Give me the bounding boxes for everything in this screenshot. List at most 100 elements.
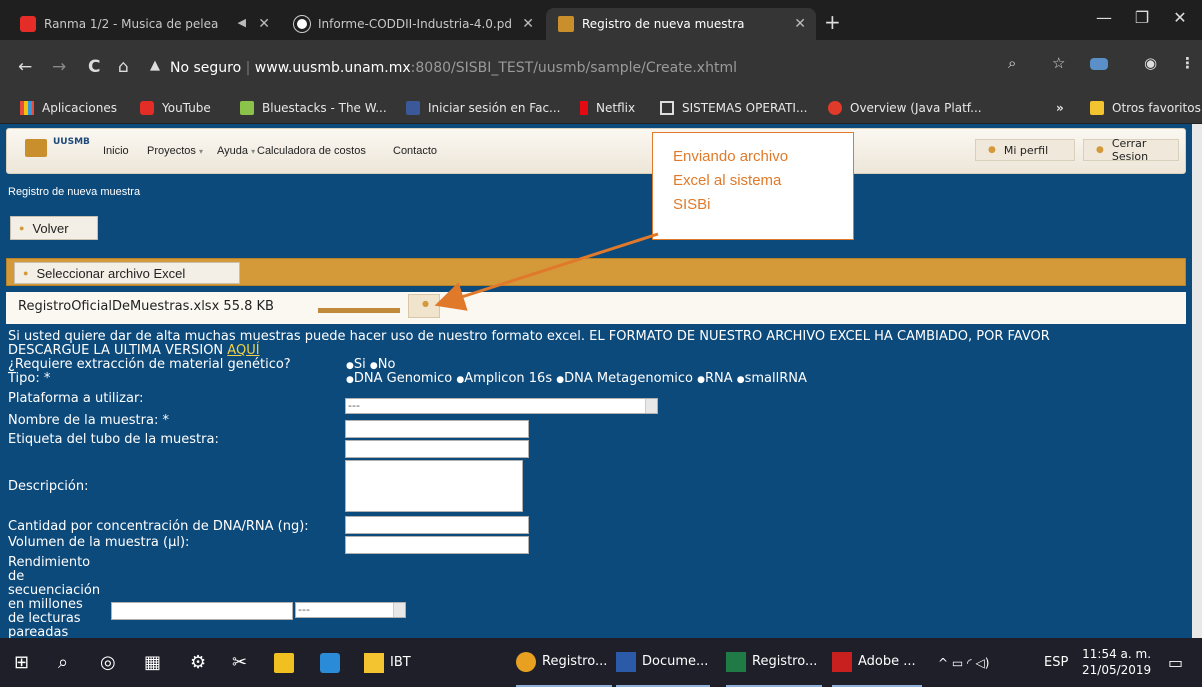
url-host: www.uusmb.unam.mx — [254, 60, 411, 76]
facebook-icon — [406, 101, 420, 115]
adobe-icon — [832, 651, 852, 672]
nav-proyectos[interactable]: Proyectos ▾ — [147, 145, 203, 157]
bullet-icon: ● — [422, 299, 429, 308]
nombre-input[interactable] — [345, 420, 529, 438]
radio-dna-metagenomico[interactable]: ●DNA Metagenomico — [556, 371, 693, 386]
menu-icon[interactable]: ⋮ — [1180, 54, 1195, 72]
radio-no[interactable]: ●No — [370, 357, 396, 372]
descripcion-textarea[interactable] — [345, 460, 523, 512]
close-window-icon[interactable]: ✕ — [1160, 8, 1200, 27]
taskbar-clock[interactable]: 11:54 a. m. 21/05/2019 — [1082, 646, 1151, 678]
taskbar-adobe[interactable]: Adobe ... — [832, 638, 922, 687]
nav-inicio[interactable]: Inicio — [103, 145, 129, 157]
nav-ayuda[interactable]: Ayuda ▾ — [217, 145, 255, 157]
cortana-icon[interactable]: ◎ — [100, 638, 116, 687]
label-rendimiento-3: secuenciación — [8, 583, 101, 598]
label-etiqueta: Etiqueta del tubo de la muestra: — [8, 432, 219, 447]
page-scrollbar[interactable] — [1192, 124, 1202, 638]
bullet-icon: ● — [19, 223, 25, 233]
tab-title: Informe-CODDII-Industria-4.0.pd — [318, 17, 512, 31]
callout-line: Enviando archivo — [673, 148, 789, 165]
notification-icon[interactable]: ▭ — [1168, 638, 1183, 687]
new-tab-button[interactable]: + — [824, 12, 841, 32]
bookmark-label: Netflix — [596, 101, 636, 115]
uusmb-logo — [25, 139, 47, 157]
address-text: No seguro | www.uusmb.unam.mx:8080/SISBI… — [170, 60, 737, 76]
nav-contacto[interactable]: Contacto — [393, 145, 437, 157]
radio-label: DNA Metagenomico — [564, 371, 693, 386]
taskbar-word[interactable]: Docume... — [616, 638, 710, 687]
search-icon[interactable]: ⌕ — [58, 638, 68, 687]
taskbar-label: Docume... — [642, 654, 709, 669]
bookmark-java[interactable]: Overview (Java Platf... — [828, 101, 982, 115]
back-icon[interactable]: ← — [18, 58, 32, 76]
rendimiento-select[interactable]: --- — [295, 602, 406, 618]
back-button[interactable]: ● Volver — [10, 216, 98, 240]
radio-amplicon[interactable]: ●Amplicon 16s — [456, 371, 552, 386]
radio-rna[interactable]: ●RNA — [697, 371, 733, 386]
store-icon[interactable] — [274, 638, 300, 687]
radio-dna-genomico[interactable]: ●DNA Genomico — [346, 371, 452, 386]
minimize-icon[interactable]: — — [1084, 8, 1124, 27]
radio-smallrna[interactable]: ●smallRNA — [737, 371, 807, 386]
tab-registro[interactable]: Registro de nueva muestra ✕ — [546, 8, 816, 40]
nav-calculadora[interactable]: Calculadora de costos — [257, 145, 366, 157]
bookmark-netflix[interactable]: Netflix — [580, 101, 635, 115]
forward-icon[interactable]: → — [52, 58, 66, 76]
app-icon[interactable] — [320, 638, 346, 687]
close-icon[interactable]: ✕ — [258, 16, 270, 32]
reload-icon[interactable]: C — [88, 58, 100, 76]
windows-start-icon[interactable]: ⊞ — [14, 638, 29, 687]
more-bookmarks-button[interactable]: » — [1056, 101, 1064, 115]
label-extraction: ¿Requiere extracción de material genétic… — [8, 357, 291, 372]
bookmark-label: Iniciar sesión en Fac... — [428, 101, 561, 115]
tab-informe[interactable]: Informe-CODDII-Industria-4.0.pd ✕ — [282, 8, 544, 40]
settings-icon[interactable]: ⚙ — [190, 638, 206, 687]
calculator-icon[interactable]: ▦ — [144, 638, 161, 687]
bookmark-sistemas[interactable]: SISTEMAS OPERATI... — [660, 101, 807, 115]
url-path: :8080/SISBI_TEST/uusmb/sample/Create.xht… — [410, 60, 737, 76]
windows-taskbar: ⊞ ⌕ ◎ ▦ ⚙ ✂ IBT Registro... Docume... Re… — [0, 638, 1202, 687]
close-icon[interactable]: ✕ — [522, 16, 534, 32]
etiqueta-input[interactable] — [345, 440, 529, 458]
nav-label: Ayuda — [217, 145, 248, 157]
radio-si[interactable]: ●Si — [346, 357, 366, 372]
bookmark-bluestacks[interactable]: Bluestacks - The W... — [240, 101, 387, 115]
download-link[interactable]: AQUÍ — [227, 343, 259, 358]
my-profile-button[interactable]: ● Mi perfil — [975, 139, 1075, 161]
account-icon[interactable]: ◉ — [1144, 54, 1157, 72]
word-icon — [616, 651, 636, 672]
upload-progress-bar — [318, 308, 400, 313]
audio-icon[interactable]: ◀ — [238, 16, 246, 29]
home-icon[interactable]: ⌂ — [118, 58, 129, 76]
folder-icon — [364, 652, 384, 673]
file-explorer-ibt[interactable]: IBT — [364, 638, 411, 687]
radio-label: Amplicon 16s — [464, 371, 553, 386]
restore-icon[interactable]: ❐ — [1122, 8, 1162, 27]
rendimiento-input[interactable] — [111, 602, 293, 620]
cancel-upload-button[interactable]: ● — [408, 294, 440, 318]
bookmark-apps[interactable]: Aplicaciones — [20, 101, 117, 115]
uusmb-favicon-icon — [558, 16, 574, 32]
tray-icons[interactable]: ^ ▭ ◜ ◁) — [938, 638, 989, 687]
close-icon[interactable]: ✕ — [794, 16, 806, 32]
cantidad-input[interactable] — [345, 516, 529, 534]
label-rendimiento-4: en millones — [8, 597, 83, 612]
volumen-input[interactable] — [345, 536, 529, 554]
logout-button[interactable]: ● Cerrar Sesion — [1083, 137, 1179, 163]
snipping-tool-icon[interactable]: ✂ — [232, 638, 247, 687]
other-favorites[interactable]: Otros favoritos — [1090, 101, 1201, 115]
bullet-icon: ● — [23, 268, 29, 278]
bookmark-facebook[interactable]: Iniciar sesión en Fac... — [406, 101, 561, 115]
bookmark-youtube[interactable]: YouTube — [140, 101, 211, 115]
tab-ranma[interactable]: Ranma 1/2 - Musica de pelea ◀ ✕ — [8, 8, 280, 40]
info-line-2: DESCARGUE LA ULTIMA VERSION AQUÍ — [8, 344, 260, 358]
radio-label: smallRNA — [744, 371, 807, 386]
choose-file-button[interactable]: ● Seleccionar archivo Excel — [14, 262, 240, 284]
plataforma-select[interactable]: --- — [345, 398, 658, 414]
language-indicator[interactable]: ESP — [1044, 638, 1068, 687]
taskbar-chrome[interactable]: Registro... — [516, 638, 612, 687]
label-nombre: Nombre de la muestra: * — [8, 413, 169, 428]
taskbar-excel[interactable]: Registro... — [726, 638, 822, 687]
nav-label: Proyectos — [147, 145, 196, 157]
